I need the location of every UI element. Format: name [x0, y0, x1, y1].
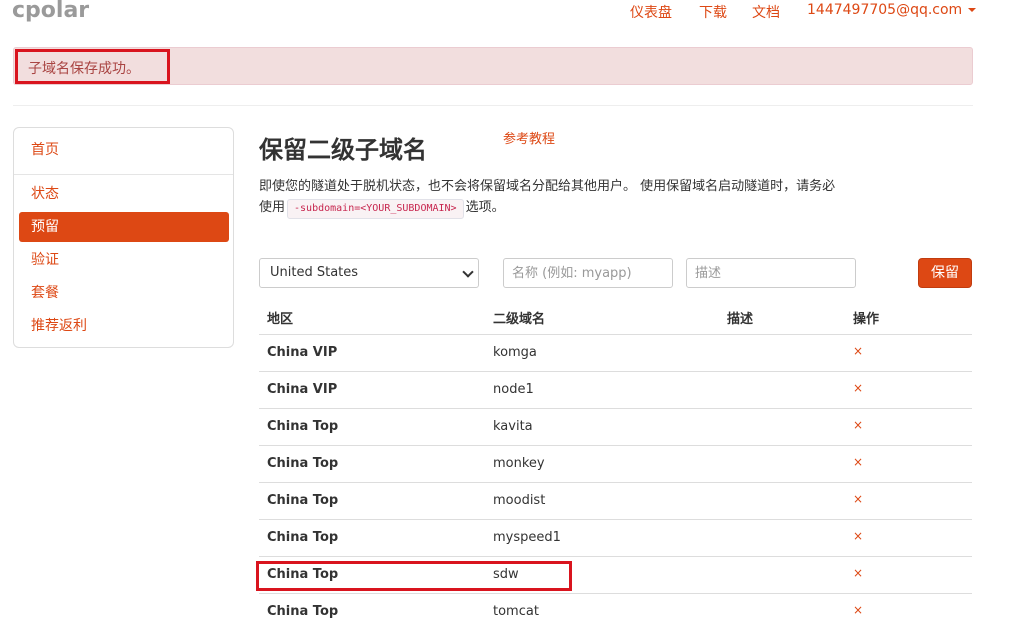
table-row: China VIP komga × [259, 334, 972, 371]
row-region: China Top [267, 567, 339, 582]
close-icon[interactable]: × [853, 381, 863, 395]
region-select-value: United States [270, 265, 359, 280]
close-icon[interactable]: × [853, 418, 863, 432]
header-action: 操作 [853, 312, 880, 327]
sidebar-item-verify[interactable]: 验证 [19, 245, 229, 275]
row-subdomain: monkey [493, 456, 545, 471]
row-subdomain: moodist [493, 493, 546, 508]
subdomain-code: -subdomain=<YOUR_SUBDOMAIN> [287, 199, 464, 219]
sidebar-nav: 首页 状态 预留 验证 套餐 推荐返利 [13, 127, 234, 348]
table-row: China Top monkey × [259, 445, 972, 482]
row-subdomain: tomcat [493, 604, 539, 619]
row-region: China Top [267, 530, 339, 545]
tutorial-link[interactable]: 参考教程 [503, 128, 555, 147]
row-subdomain: kavita [493, 419, 533, 434]
nav-download-link[interactable]: 下载 [699, 2, 727, 22]
chevron-down-icon [462, 266, 474, 278]
close-icon[interactable]: × [853, 492, 863, 506]
close-icon[interactable]: × [853, 529, 863, 543]
row-region: China Top [267, 604, 339, 619]
row-subdomain: komga [493, 345, 537, 360]
row-region: China Top [267, 456, 339, 471]
close-icon[interactable]: × [853, 455, 863, 469]
sidebar-item-reserved[interactable]: 预留 [19, 212, 229, 242]
row-region: China VIP [267, 382, 338, 397]
description-suffix: 选项。 [465, 200, 505, 215]
close-icon[interactable]: × [853, 344, 863, 358]
table-row: China Top kavita × [259, 408, 972, 445]
table-row: China Top moodist × [259, 482, 972, 519]
alert-message: 子域名保存成功。 [28, 61, 140, 77]
header-region: 地区 [267, 312, 294, 327]
top-navbar: cpolar 仪表盘 下载 文档 1447497705@qq.com [0, 0, 1028, 30]
user-menu[interactable]: 1447497705@qq.com [807, 2, 977, 18]
row-region: China Top [267, 419, 339, 434]
row-region: China VIP [267, 345, 338, 360]
close-icon[interactable]: × [853, 566, 863, 580]
description: 即使您的隧道处于脱机状态，也不会将保留域名分配给其他用户。 使用保留域名启动隧道… [259, 176, 839, 219]
sidebar-item-status[interactable]: 状态 [19, 179, 229, 209]
sidebar-item-plan[interactable]: 套餐 [19, 278, 229, 308]
table-row: China Top tomcat × [259, 593, 972, 630]
page: cpolar 仪表盘 下载 文档 1447497705@qq.com 子域名保存… [0, 0, 1028, 632]
region-select[interactable]: United States [259, 258, 479, 288]
nav-docs-link[interactable]: 文档 [752, 2, 780, 22]
subdomain-name-input[interactable] [503, 258, 673, 288]
page-title: 保留二级子域名 [259, 136, 427, 164]
table-row: China Top myspeed1 × [259, 519, 972, 556]
header-description: 描述 [727, 312, 754, 327]
sidebar-item-referral[interactable]: 推荐返利 [19, 311, 229, 341]
success-alert: 子域名保存成功。 [13, 47, 973, 85]
close-icon[interactable]: × [853, 603, 863, 617]
row-subdomain: myspeed1 [493, 530, 561, 545]
divider [13, 105, 973, 106]
caret-down-icon [968, 8, 977, 12]
row-region: China Top [267, 493, 339, 508]
nav-dashboard-link[interactable]: 仪表盘 [630, 2, 672, 22]
row-subdomain: sdw [493, 567, 519, 582]
header-subdomain: 二级域名 [493, 312, 546, 327]
user-email: 1447497705@qq.com [807, 2, 963, 18]
table-row: China VIP node1 × [259, 371, 972, 408]
description-input[interactable] [686, 258, 856, 288]
reserve-button[interactable]: 保留 [918, 258, 972, 288]
sidebar-divider [14, 174, 233, 175]
table-row: China Top sdw × [259, 556, 972, 593]
sidebar-item-home[interactable]: 首页 [19, 135, 229, 165]
brand-logo[interactable]: cpolar [12, 0, 89, 23]
row-subdomain: node1 [493, 382, 534, 397]
